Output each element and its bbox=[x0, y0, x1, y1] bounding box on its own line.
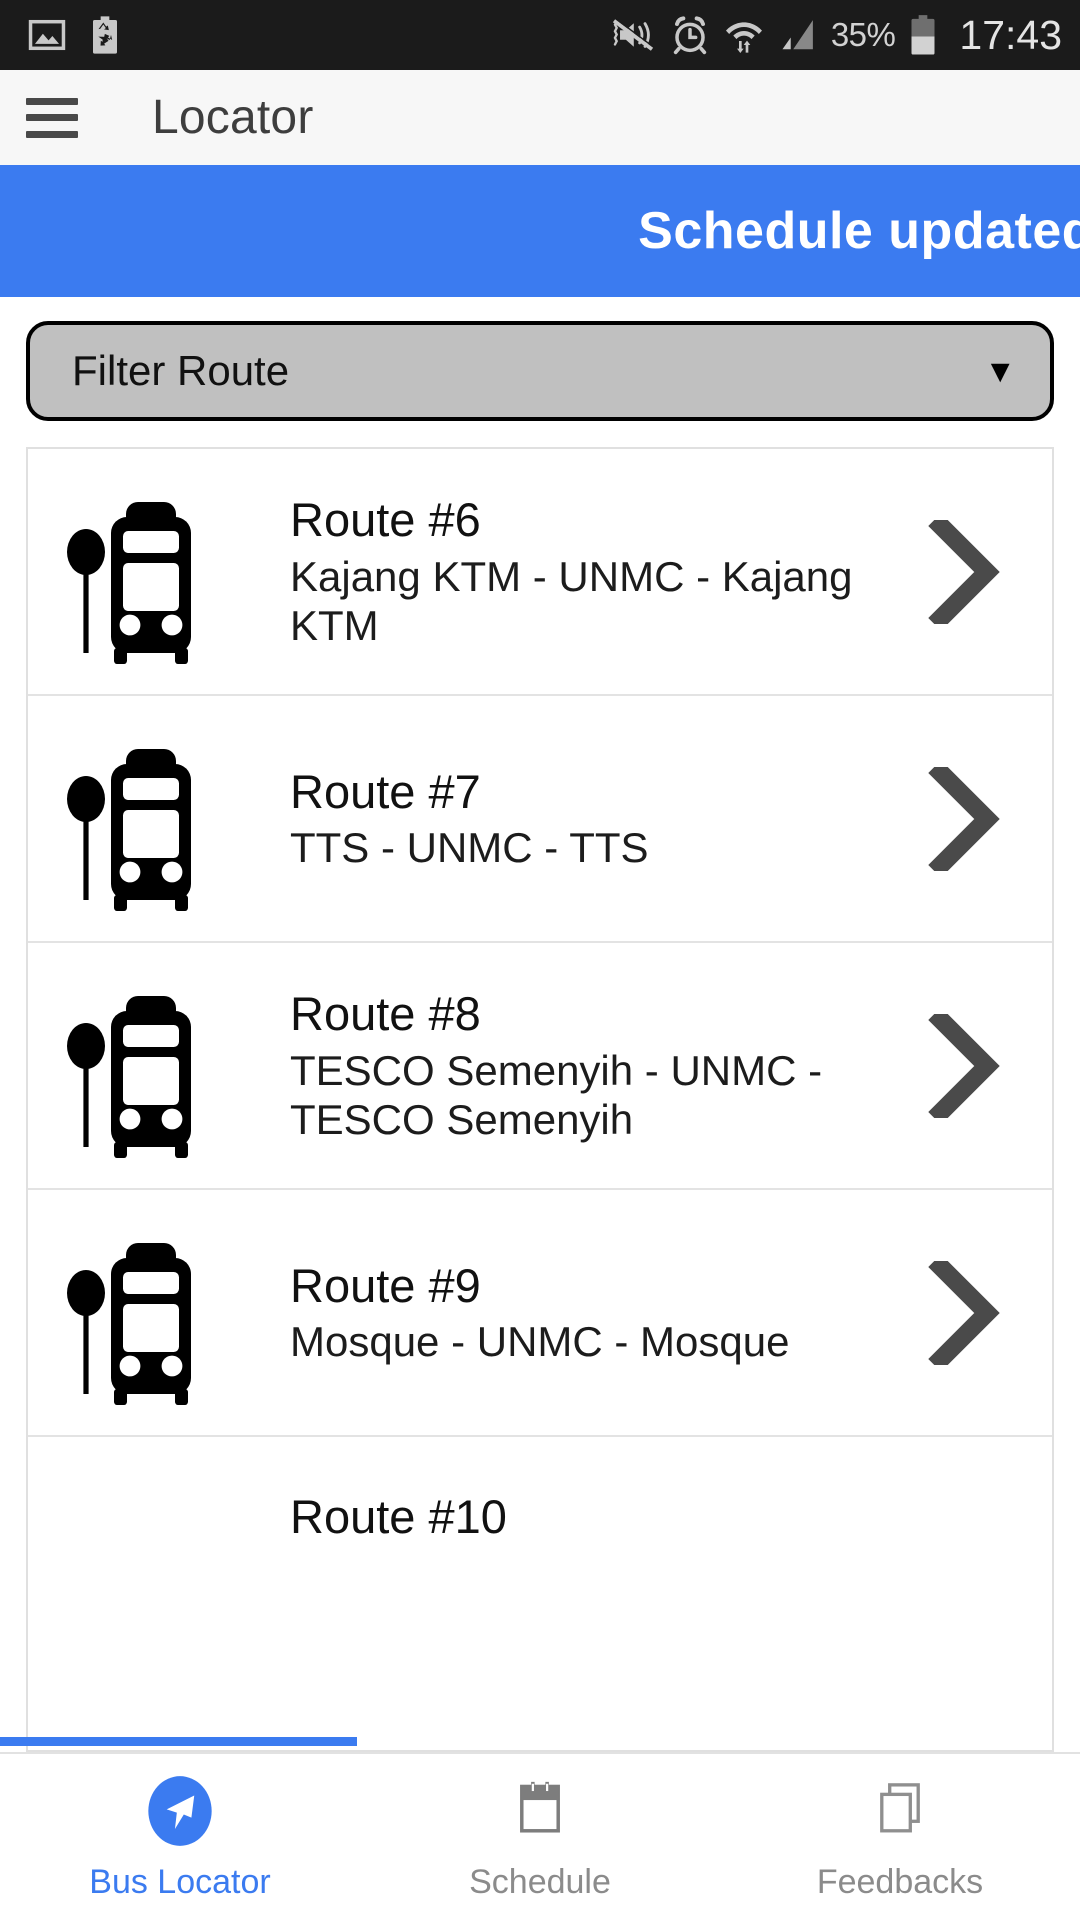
hamburger-bar bbox=[26, 130, 78, 138]
route-text-block: Route #7 TTS - UNMC - TTS bbox=[290, 764, 908, 873]
vibrate-off-icon bbox=[612, 18, 655, 51]
schedule-updated-banner: Schedule updated bbox=[0, 165, 1080, 297]
image-icon bbox=[28, 19, 66, 51]
signal-icon bbox=[782, 20, 813, 50]
route-title: Route #10 bbox=[290, 1490, 507, 1543]
filter-route-dropdown[interactable]: Filter Route ▼ bbox=[26, 321, 1054, 421]
bus-stop-glyph bbox=[67, 995, 191, 1158]
banner-text: Schedule updated bbox=[638, 202, 1080, 260]
page-title: Locator bbox=[152, 91, 314, 144]
bus-stop-glyph bbox=[67, 501, 191, 664]
route-title: Route #7 bbox=[290, 765, 481, 818]
battery-icon bbox=[911, 15, 935, 55]
filter-route-label: Filter Route bbox=[72, 347, 290, 394]
bottom-navigation-bar: Bus Locator Schedule Feedbacks bbox=[0, 1752, 1080, 1920]
hamburger-bar bbox=[26, 114, 78, 121]
route-title: Route #6 bbox=[290, 493, 481, 547]
bus-stop-glyph bbox=[67, 1242, 191, 1405]
chevron-right-icon[interactable] bbox=[908, 766, 1018, 871]
nav-item-feedbacks[interactable]: Feedbacks bbox=[720, 1754, 1080, 1920]
battery-percentage: 35% bbox=[830, 16, 896, 53]
bus-stop-icon bbox=[28, 726, 290, 912]
bus-stop-icon bbox=[28, 1220, 290, 1406]
calendar-icon bbox=[502, 1773, 578, 1849]
nav-item-bus-locator[interactable]: Bus Locator bbox=[0, 1754, 360, 1920]
status-bar: 35% 17:43 bbox=[0, 0, 1080, 70]
route-title: Route #9 bbox=[290, 1259, 481, 1312]
route-text-block: Route #8 TESCO Semenyih - UNMC - TESCO Se… bbox=[290, 986, 908, 1145]
app-bar: Locator bbox=[0, 70, 1080, 165]
navigation-arrow-icon bbox=[142, 1773, 218, 1849]
chevron-right-glyph bbox=[928, 519, 1000, 624]
status-bar-right-icons: 35% 17:43 bbox=[609, 12, 1062, 59]
route-list-item[interactable]: Route #10 bbox=[28, 1437, 1052, 1557]
hamburger-bar bbox=[26, 97, 78, 105]
nav-item-schedule[interactable]: Schedule bbox=[360, 1754, 720, 1920]
alarm-icon bbox=[673, 16, 706, 55]
nav-label-bus-locator: Bus Locator bbox=[89, 1862, 271, 1901]
chevron-right-glyph bbox=[928, 766, 1000, 871]
chevron-right-icon[interactable] bbox=[908, 1260, 1018, 1365]
bus-stop-icon bbox=[28, 479, 290, 665]
nav-label-feedbacks: Feedbacks bbox=[816, 1862, 984, 1901]
route-subtitle: Kajang KTM - UNMC - Kajang KTM bbox=[290, 552, 853, 650]
chevron-right-glyph bbox=[928, 1260, 1000, 1365]
battery-saver-icon bbox=[93, 16, 117, 54]
route-text-block: Route #6 Kajang KTM - UNMC - Kajang KTM bbox=[290, 492, 908, 651]
route-text-block: Route #9 Mosque - UNMC - Mosque bbox=[290, 1258, 908, 1367]
route-list: Route #6 Kajang KTM - UNMC - Kajang KTM R… bbox=[26, 447, 1054, 1752]
route-list-item[interactable]: Route #8 TESCO Semenyih - UNMC - TESCO Se… bbox=[28, 943, 1052, 1190]
filter-route-container: Filter Route ▼ bbox=[0, 297, 1080, 421]
bus-stop-icon bbox=[28, 973, 290, 1159]
route-list-container[interactable]: Route #6 Kajang KTM - UNMC - Kajang KTM R… bbox=[0, 421, 1080, 1752]
chevron-right-icon[interactable] bbox=[908, 1013, 1018, 1118]
app-root: 35% 17:43 Locator Schedule updated Filte… bbox=[0, 0, 1080, 1920]
chevron-right-icon[interactable] bbox=[908, 519, 1018, 624]
nav-label-schedule: Schedule bbox=[469, 1862, 611, 1901]
route-list-item[interactable]: Route #9 Mosque - UNMC - Mosque bbox=[28, 1190, 1052, 1437]
chevron-right-glyph bbox=[928, 1013, 1000, 1118]
status-bar-left-icons bbox=[28, 15, 120, 55]
copy-pages-icon bbox=[862, 1773, 938, 1849]
chevron-down-icon: ▼ bbox=[984, 353, 1016, 389]
route-title: Route #8 bbox=[290, 987, 481, 1041]
route-subtitle: TESCO Semenyih - UNMC - TESCO Semenyih bbox=[290, 1046, 823, 1144]
route-subtitle: Mosque - UNMC - Mosque bbox=[290, 1318, 790, 1366]
route-list-item[interactable]: Route #7 TTS - UNMC - TTS bbox=[28, 696, 1052, 943]
route-subtitle: TTS - UNMC - TTS bbox=[290, 824, 649, 872]
bus-stop-glyph bbox=[67, 748, 191, 911]
status-bar-clock: 17:43 bbox=[959, 11, 1062, 58]
wifi-data-icon bbox=[725, 22, 762, 53]
route-list-item[interactable]: Route #6 Kajang KTM - UNMC - Kajang KTM bbox=[28, 449, 1052, 696]
scroll-indicator[interactable] bbox=[0, 1737, 357, 1746]
route-text-block: Route #10 bbox=[290, 1437, 908, 1548]
hamburger-menu-icon[interactable] bbox=[26, 97, 78, 138]
